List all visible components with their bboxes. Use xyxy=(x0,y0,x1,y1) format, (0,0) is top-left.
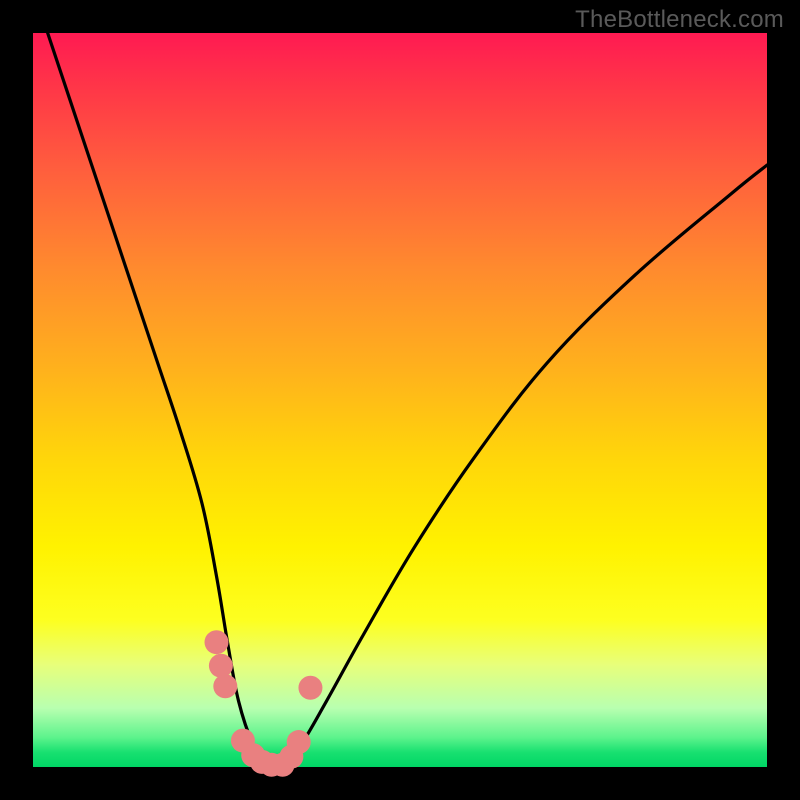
chart-svg xyxy=(33,33,767,767)
curve-path xyxy=(48,33,767,770)
data-marker xyxy=(213,674,237,698)
bottleneck-curve xyxy=(48,33,767,770)
data-marker xyxy=(287,730,311,754)
chart-frame: TheBottleneck.com xyxy=(0,0,800,800)
plot-area xyxy=(33,33,767,767)
data-markers xyxy=(205,630,323,777)
watermark-text: TheBottleneck.com xyxy=(575,6,784,34)
data-marker xyxy=(298,676,322,700)
data-marker xyxy=(209,654,233,678)
data-marker xyxy=(205,630,229,654)
